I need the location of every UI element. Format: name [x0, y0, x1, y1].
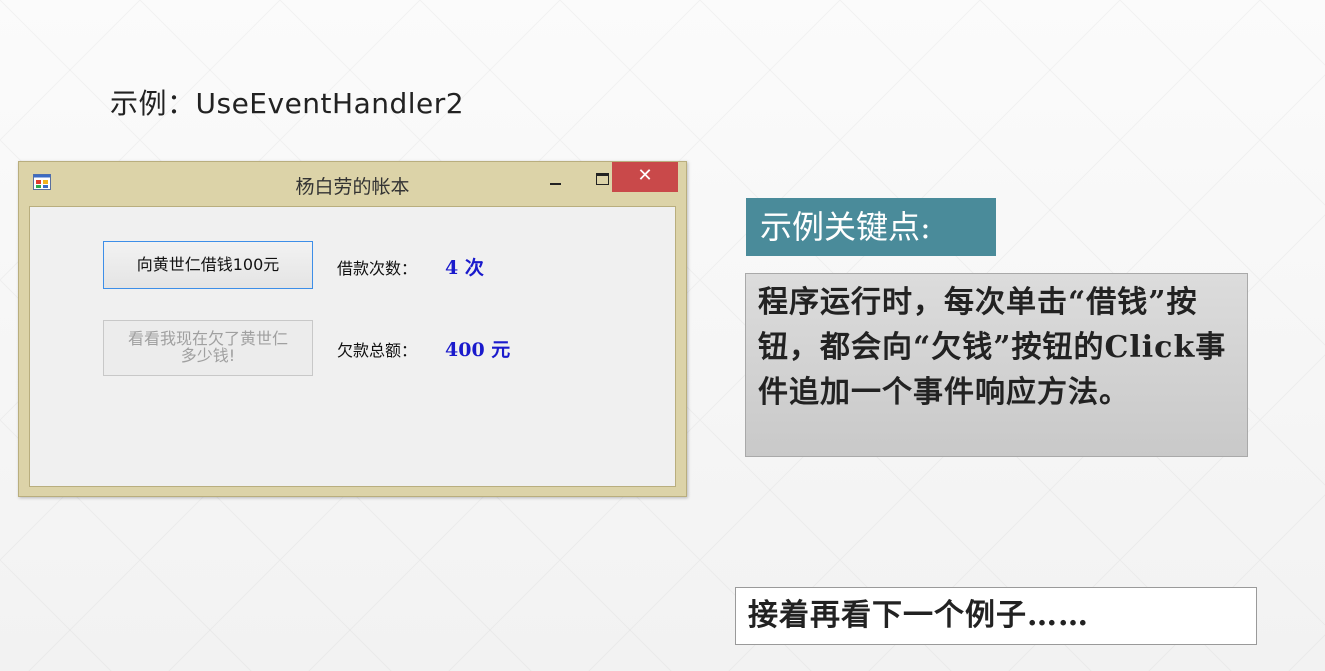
- window-title: 杨白劳的帐本: [295, 176, 410, 198]
- check-debt-button-line2: 多少钱!: [180, 346, 236, 365]
- check-debt-button-line1: 看看我现在欠了黄世仁: [127, 329, 288, 348]
- window-titlebar[interactable]: 杨白劳的帐本 ✕: [19, 162, 686, 204]
- close-icon[interactable]: ✕: [612, 162, 678, 192]
- debt-total-value: 400 元: [445, 339, 511, 361]
- borrow-count-value: 4 次: [445, 257, 484, 279]
- borrow-money-button[interactable]: 向黄世仁借钱100元: [103, 241, 313, 289]
- window-client-area: 向黄世仁借钱100元 看看我现在欠了黄世仁 多少钱! 借款次数： 4 次 欠款总…: [29, 206, 676, 487]
- borrow-count-label: 借款次数：: [337, 259, 418, 278]
- check-debt-button[interactable]: 看看我现在欠了黄世仁 多少钱!: [103, 320, 313, 376]
- debt-total-label: 欠款总额：: [337, 341, 418, 360]
- app-window: 杨白劳的帐本 ✕ 向黄世仁借钱100元 看看我现在欠了黄世仁 多少钱! 借款次数…: [18, 161, 687, 497]
- key-points-body: 程序运行时，每次单击“借钱”按钮，都会向“欠钱”按钮的Click事件追加一个事件…: [745, 273, 1248, 457]
- key-points-heading: 示例关键点:: [746, 198, 996, 256]
- slide-title: 示例：UseEventHandler2: [110, 87, 465, 120]
- minimize-icon[interactable]: [539, 166, 573, 194]
- next-example-note: 接着再看下一个例子……: [735, 587, 1257, 645]
